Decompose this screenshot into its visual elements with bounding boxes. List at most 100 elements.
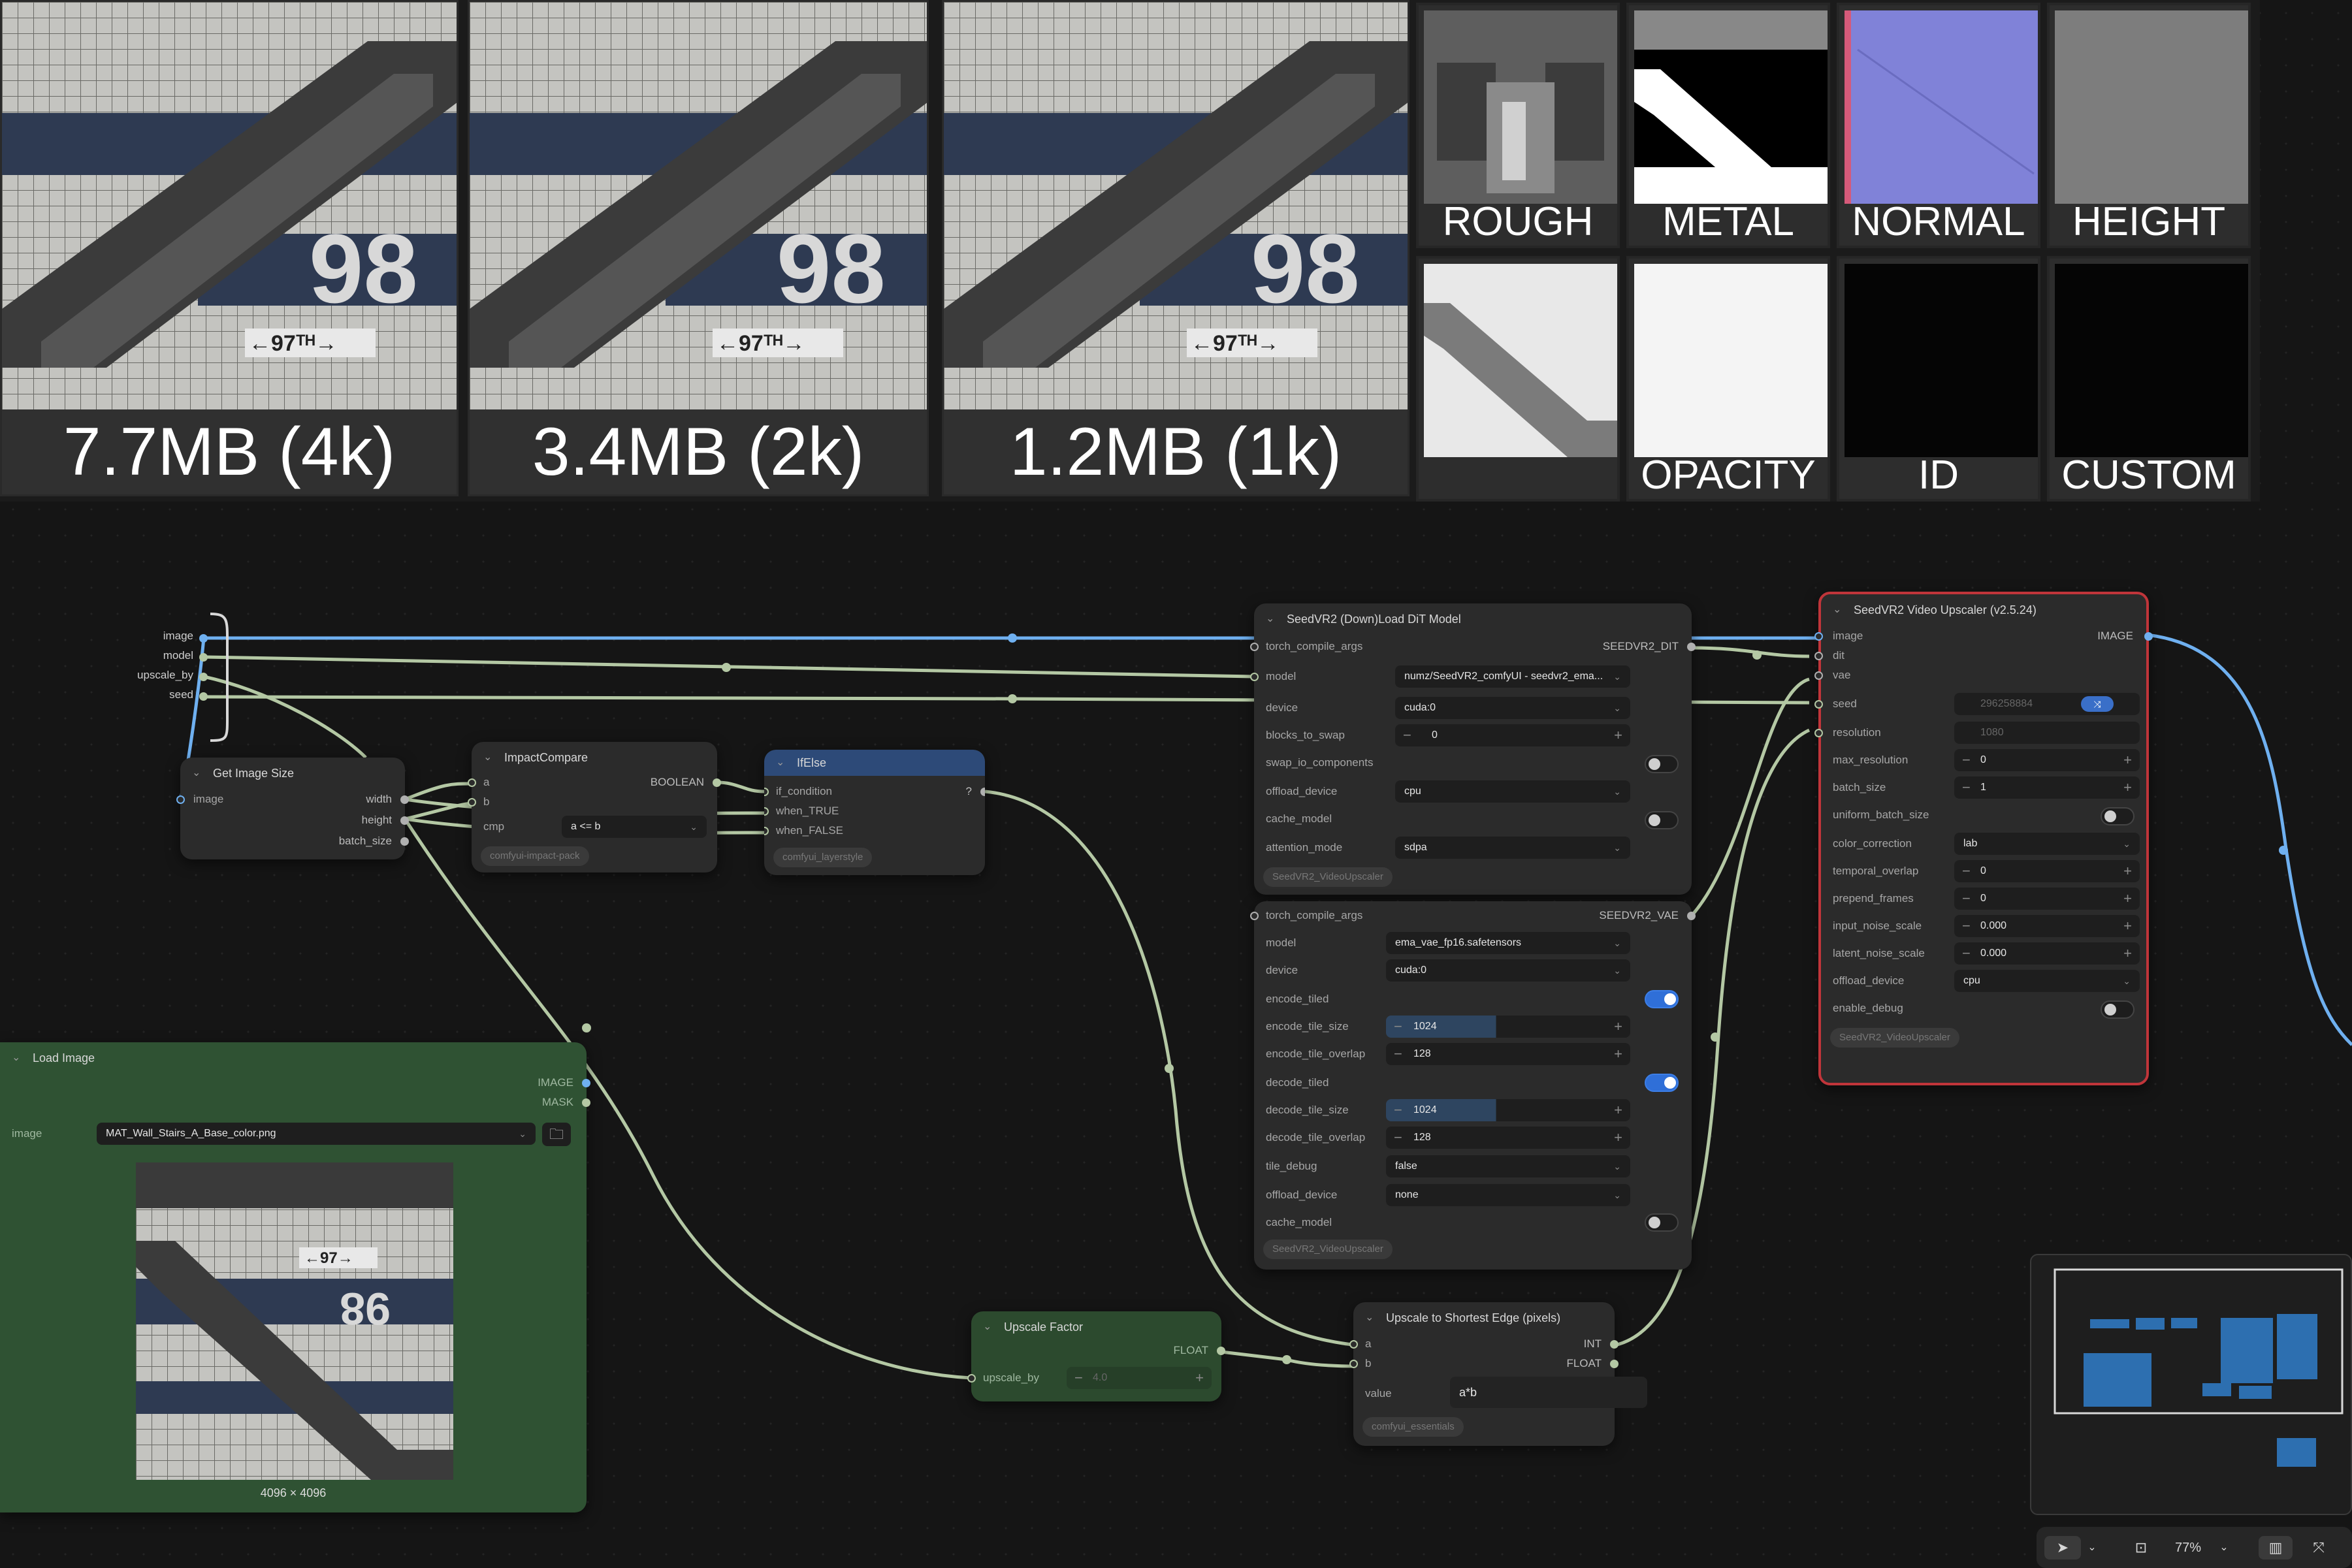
decrement-icon[interactable]: − [1962, 749, 1971, 771]
decode-tiled-toggle[interactable] [1645, 1074, 1679, 1092]
collapse-chevron-icon[interactable]: ⌄ [1365, 1302, 1374, 1334]
output-slot-dot[interactable] [400, 816, 409, 825]
increment-icon[interactable]: + [1614, 1099, 1622, 1121]
input-slot-dot[interactable] [764, 788, 769, 796]
decrement-icon[interactable]: − [1394, 1099, 1402, 1121]
decrement-icon[interactable]: − [1394, 1043, 1402, 1065]
input-slot-dot[interactable] [1349, 1360, 1358, 1368]
input-noise-scale-input[interactable]: −0.000 + [1954, 915, 2140, 937]
decrement-icon[interactable]: − [1394, 1127, 1402, 1149]
input-slot-dot[interactable] [1814, 632, 1823, 641]
cmp-select[interactable]: a <= b ⌄ [562, 816, 707, 838]
decrement-icon[interactable]: − [1962, 915, 1971, 937]
input-slot-dot[interactable] [1250, 643, 1259, 651]
upscaler-offload-select[interactable]: cpu ⌄ [1954, 970, 2140, 992]
dit-device-select[interactable]: cuda:0 ⌄ [1395, 697, 1630, 719]
uniform-batch-size-toggle[interactable] [2101, 807, 2135, 825]
dit-offload-select[interactable]: cpu ⌄ [1395, 780, 1630, 803]
increment-icon[interactable]: + [2123, 942, 2132, 965]
increment-icon[interactable]: + [2123, 860, 2132, 882]
output-slot-dot[interactable] [1610, 1340, 1619, 1349]
cursor-icon[interactable]: ➤ [2044, 1536, 2081, 1560]
load-image-node[interactable]: ⌄ Load Image IMAGE MASK image MAT_Wall_St… [0, 1042, 590, 1512]
hide-links-icon[interactable]: ⤧ [2304, 1536, 2333, 1560]
input-slot-dot[interactable] [1814, 729, 1823, 737]
canvas-minimap[interactable] [2030, 1254, 2352, 1515]
collapse-chevron-icon[interactable]: ⌄ [776, 750, 784, 776]
get-image-size-node[interactable]: ⌄ Get Image Size image width height batch_… [176, 758, 409, 859]
decode-tile-size-slider[interactable]: −1024 + [1386, 1099, 1630, 1121]
color-correction-select[interactable]: lab ⌄ [1954, 833, 2140, 855]
vae-cache-toggle[interactable] [1645, 1213, 1679, 1232]
increment-icon[interactable]: + [2123, 888, 2132, 910]
reroute-dot[interactable] [199, 692, 208, 701]
seedvr2-load-vae-node[interactable]: torch_compile_args SEEDVR2_VAE model ema_… [1250, 901, 1696, 1270]
output-slot-dot[interactable] [2144, 632, 2153, 641]
output-slot-dot[interactable] [1610, 1360, 1619, 1368]
input-slot-dot[interactable] [1814, 652, 1823, 660]
output-slot-dot[interactable] [582, 1079, 590, 1087]
batch-size-input[interactable]: −1 + [1954, 776, 2140, 799]
dit-model-select[interactable]: numz/SeedVR2_comfyUI - seedvr2_ema... ⌄ [1395, 665, 1630, 688]
decrement-icon[interactable]: − [1403, 724, 1411, 746]
zoom-chevron-down-icon[interactable]: ⌄ [2214, 1536, 2234, 1560]
upscale-factor-node[interactable]: ⌄ Upscale Factor FLOAT upscale_by −4.0 + [967, 1311, 1225, 1401]
decode-tile-overlap-input[interactable]: −128 + [1386, 1127, 1630, 1149]
fit-view-icon[interactable]: ⊡ [2128, 1536, 2154, 1560]
input-slot-dot[interactable] [1814, 671, 1823, 680]
collapse-chevron-icon[interactable]: ⌄ [483, 742, 492, 773]
reroute-dot[interactable] [199, 673, 208, 681]
attention-mode-select[interactable]: sdpa ⌄ [1395, 837, 1630, 859]
max-resolution-input[interactable]: −0 + [1954, 749, 2140, 771]
upload-folder-icon[interactable]: 🗀 [542, 1123, 571, 1146]
dit-cache-toggle[interactable] [1645, 811, 1679, 829]
encode-tile-size-slider[interactable]: −1024 + [1386, 1016, 1630, 1038]
decrement-icon[interactable]: − [1962, 860, 1971, 882]
randomize-seed-icon[interactable]: ⤨ [2081, 696, 2114, 712]
input-slot-dot[interactable] [1250, 912, 1259, 920]
output-slot-dot[interactable] [400, 837, 409, 846]
input-slot-dot[interactable] [764, 807, 769, 816]
enable-debug-toggle[interactable] [2101, 1000, 2135, 1019]
input-slot-dot[interactable] [764, 827, 769, 835]
input-slot-dot[interactable] [1250, 673, 1259, 681]
output-slot-dot[interactable] [1687, 643, 1696, 651]
input-slot-dot[interactable] [1814, 700, 1823, 709]
collapse-chevron-icon[interactable]: ⌄ [192, 758, 201, 789]
increment-icon[interactable]: + [2123, 776, 2132, 799]
latent-noise-scale-input[interactable]: −0.000 + [1954, 942, 2140, 965]
output-slot-dot[interactable] [1687, 912, 1696, 920]
blocks-to-swap-input[interactable]: −0 + [1395, 724, 1630, 746]
expression-input[interactable]: a*b [1450, 1377, 1647, 1408]
increment-icon[interactable]: + [1614, 1016, 1622, 1038]
input-slot-dot[interactable] [468, 798, 476, 807]
increment-icon[interactable]: + [1614, 1127, 1622, 1149]
mode-chevron-down-icon[interactable]: ⌄ [2082, 1536, 2102, 1560]
output-slot-dot[interactable] [713, 778, 721, 787]
decrement-icon[interactable]: − [1962, 776, 1971, 799]
increment-icon[interactable]: + [1614, 724, 1622, 746]
reroute-dot[interactable] [199, 653, 208, 662]
input-slot-dot[interactable] [176, 795, 185, 804]
collapse-chevron-icon[interactable]: ⌄ [12, 1042, 20, 1074]
decrement-icon[interactable]: − [1394, 1016, 1402, 1038]
decrement-icon[interactable]: − [1962, 942, 1971, 965]
input-slot-dot[interactable] [1349, 1340, 1358, 1349]
swap-io-toggle[interactable] [1645, 755, 1679, 773]
reroute-dot[interactable] [199, 634, 208, 643]
increment-icon[interactable]: + [1614, 1043, 1622, 1065]
collapse-chevron-icon[interactable]: ⌄ [1266, 603, 1274, 635]
input-slot-dot[interactable] [967, 1374, 976, 1383]
output-slot-dot[interactable] [980, 788, 985, 796]
ifelse-node[interactable]: ⌄ IfElse if_condition? when_TRUE when_FAL… [764, 750, 985, 875]
prepend-frames-input[interactable]: −0 + [1954, 888, 2140, 910]
tile-debug-select[interactable]: false ⌄ [1386, 1155, 1630, 1177]
input-slot-dot[interactable] [468, 778, 476, 787]
encode-tile-overlap-input[interactable]: −128 + [1386, 1043, 1630, 1065]
seedvr2-video-upscaler-node[interactable]: ⌄ SeedVR2 Video Upscaler (v2.5.24) image I… [1814, 592, 2153, 1085]
impact-compare-node[interactable]: ⌄ ImpactCompare a BOOLEAN b cmp a <= b ⌄ co… [468, 742, 721, 872]
vae-device-select[interactable]: cuda:0 ⌄ [1386, 959, 1630, 982]
vae-offload-select[interactable]: none ⌄ [1386, 1184, 1630, 1206]
decrement-icon[interactable]: − [1962, 888, 1971, 910]
collapse-chevron-icon[interactable]: ⌄ [1833, 594, 1841, 626]
